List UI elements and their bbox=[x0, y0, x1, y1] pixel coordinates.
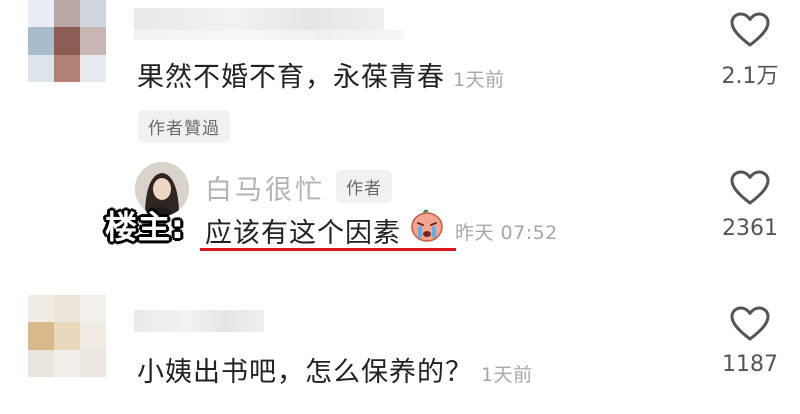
comment-time: 1天前 bbox=[453, 69, 505, 91]
highlight-underline bbox=[200, 248, 456, 251]
author-name[interactable]: 白马很忙 bbox=[205, 168, 325, 207]
comment-text: 小姨出书吧，怎么保养的？ 1天前 bbox=[137, 357, 533, 388]
crying-face-icon bbox=[411, 209, 443, 242]
comment-text: 果然不婚不育，永葆青春 1天前 bbox=[137, 62, 505, 93]
avatar[interactable] bbox=[28, 0, 106, 82]
like-count: 2361 bbox=[722, 216, 778, 241]
author-liked-badge: 作者贊過 bbox=[138, 110, 230, 143]
like-count: 1187 bbox=[722, 352, 778, 377]
username[interactable] bbox=[134, 310, 264, 332]
username[interactable] bbox=[134, 8, 384, 30]
heart-icon[interactable] bbox=[730, 12, 770, 48]
op-label: 楼主: bbox=[105, 208, 185, 246]
reply-time: 昨天 07:52 bbox=[455, 222, 558, 244]
like-count: 2.1万 bbox=[721, 64, 779, 89]
avatar[interactable] bbox=[28, 295, 106, 377]
author-tag: 作者 bbox=[336, 170, 392, 203]
username-blur bbox=[134, 30, 404, 40]
heart-icon[interactable] bbox=[730, 306, 770, 342]
reply-text: 应该有这个因素 bbox=[205, 218, 401, 249]
comment-time: 1天前 bbox=[481, 364, 533, 386]
comment-list: 果然不婚不育，永葆青春 1天前 作者贊過 2.1万 白马很忙 作者 楼主: 应该有… bbox=[0, 0, 800, 414]
heart-icon[interactable] bbox=[730, 170, 770, 206]
